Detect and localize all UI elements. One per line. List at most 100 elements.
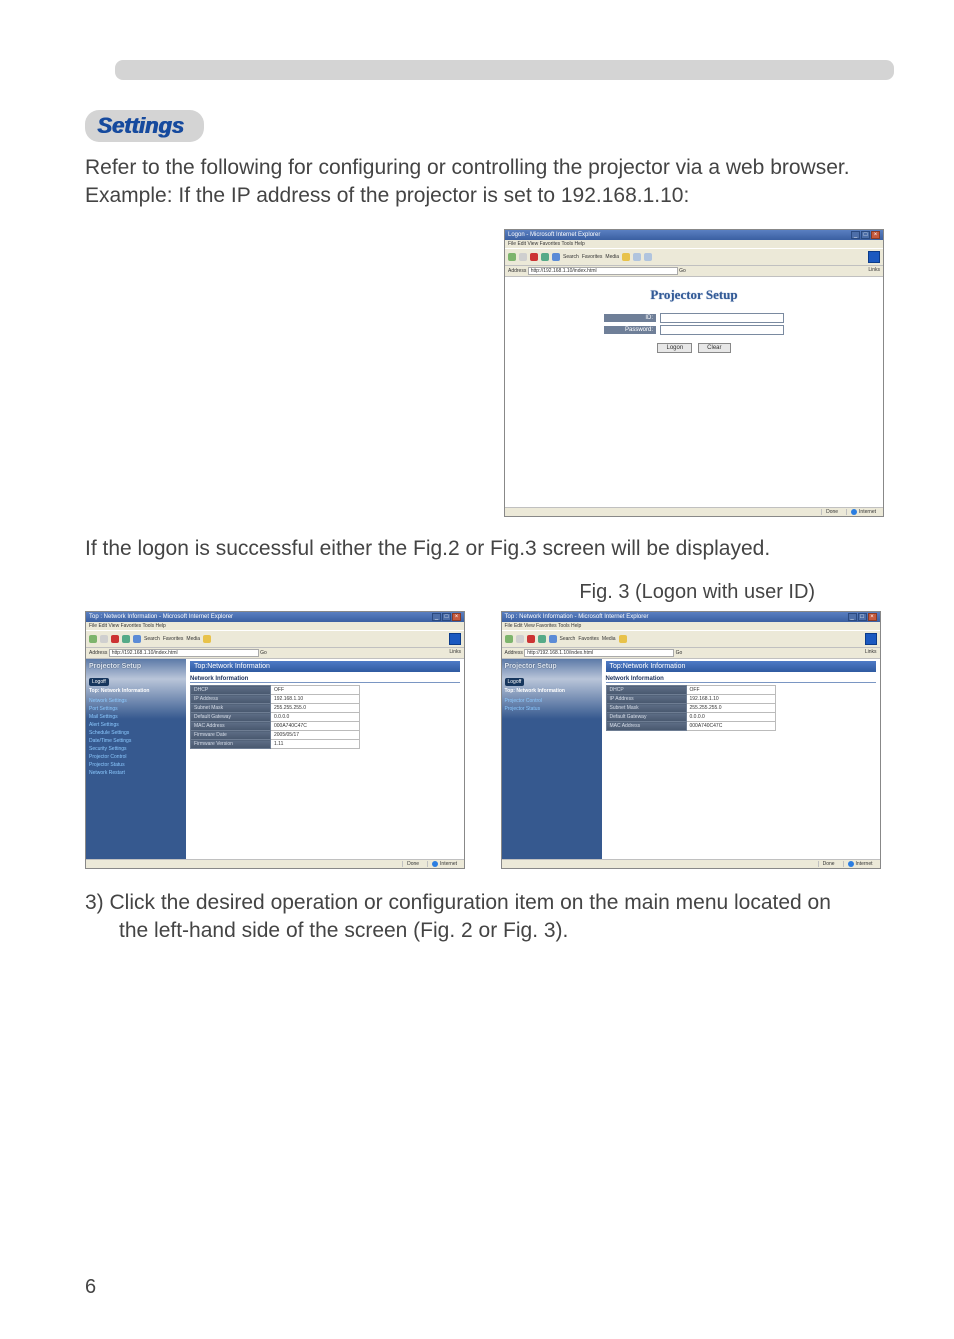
logoff-button[interactable]: Logoff [89, 678, 109, 686]
history-icon[interactable] [203, 635, 211, 643]
media-label[interactable]: Media [605, 254, 619, 260]
refresh-icon[interactable] [541, 253, 549, 261]
back-icon[interactable] [508, 253, 516, 261]
sidebar-item[interactable]: Alert Settings [89, 722, 183, 728]
settings-badge: Settings [85, 110, 204, 142]
table-value: OFF [686, 686, 775, 695]
sidebar-item[interactable]: Projector Status [505, 706, 599, 712]
sidebar-top-block[interactable]: Top: Network Information [505, 688, 599, 695]
step-3-text: 3) Click the desired operation or config… [85, 889, 894, 946]
favorites-label[interactable]: Favorites [163, 636, 184, 642]
history-icon[interactable] [619, 635, 627, 643]
table-value: OFF [271, 686, 360, 695]
id-input[interactable] [660, 313, 784, 323]
network-info-heading: Network Information [606, 676, 876, 683]
print-icon[interactable] [644, 253, 652, 261]
history-icon[interactable] [622, 253, 630, 261]
media-label[interactable]: Media [602, 636, 616, 642]
search-label[interactable]: Search [563, 254, 579, 260]
address-input[interactable]: http://192.168.1.10/index.html [524, 649, 674, 657]
sidebar-item[interactable]: Date/Time Settings [89, 738, 183, 744]
table-row: MAC Address000A740C47C [606, 722, 775, 731]
table-row: DHCPOFF [606, 686, 775, 695]
home-icon[interactable] [133, 635, 141, 643]
favorites-label[interactable]: Favorites [582, 254, 603, 260]
refresh-icon[interactable] [538, 635, 546, 643]
table-value: 255.255.255.0 [271, 704, 360, 713]
sidebar-item[interactable]: Schedule Settings [89, 730, 183, 736]
logoff-button[interactable]: Logoff [505, 678, 525, 686]
fig1-address-bar: Address http://192.168.1.10/index.html G… [505, 266, 883, 277]
minimize-icon[interactable]: _ [848, 613, 857, 621]
links-label[interactable]: Links [868, 267, 880, 273]
fig2-browser-window: Top : Network Information - Microsoft In… [85, 611, 465, 869]
media-label[interactable]: Media [186, 636, 200, 642]
after-logon-text: If the logon is successful either the Fi… [85, 535, 894, 563]
sidebar-item[interactable]: Network Restart [89, 770, 183, 776]
stop-icon[interactable] [111, 635, 119, 643]
breadcrumb: Top:Network Information [606, 661, 876, 672]
search-label[interactable]: Search [560, 636, 576, 642]
table-row: Firmware Date2005/05/17 [191, 731, 360, 740]
table-row: DHCPOFF [191, 686, 360, 695]
page-number: 6 [85, 1276, 96, 1299]
sidebar-item[interactable]: Port Settings [89, 706, 183, 712]
password-label: Password: [604, 326, 656, 334]
forward-icon[interactable] [519, 253, 527, 261]
logon-button[interactable]: Logon [657, 343, 692, 353]
intro-paragraph: Refer to the following for configuring o… [85, 154, 894, 211]
fig3-caption: Fig. 3 (Logon with user ID) [501, 581, 895, 605]
go-button[interactable]: Go [676, 650, 683, 656]
forward-icon[interactable] [516, 635, 524, 643]
minimize-icon[interactable]: _ [432, 613, 441, 621]
minimize-icon[interactable]: _ [851, 231, 860, 239]
password-input[interactable] [660, 325, 784, 335]
intro-line-2: Example: If the IP address of the projec… [85, 184, 689, 207]
step3-line1: 3) Click the desired operation or config… [85, 891, 831, 914]
fig3-menubar[interactable]: File Edit View Favorites Tools Help [502, 622, 880, 630]
go-button[interactable]: Go [679, 268, 686, 274]
maximize-icon[interactable]: □ [442, 613, 451, 621]
links-label[interactable]: Links [865, 649, 877, 655]
table-key: Firmware Version [191, 740, 271, 749]
go-button[interactable]: Go [260, 650, 267, 656]
maximize-icon[interactable]: □ [861, 231, 870, 239]
sidebar-item[interactable]: Security Settings [89, 746, 183, 752]
address-input[interactable]: http://192.168.1.10/index.html [528, 267, 678, 275]
favorites-label[interactable]: Favorites [578, 636, 599, 642]
home-icon[interactable] [552, 253, 560, 261]
mail-icon[interactable] [633, 253, 641, 261]
sidebar-top-block[interactable]: Top: Network Information [89, 688, 183, 695]
sidebar-item[interactable]: Projector Control [89, 754, 183, 760]
sidebar-item[interactable]: Projector Status [89, 762, 183, 768]
stop-icon[interactable] [527, 635, 535, 643]
table-key: IP Address [191, 695, 271, 704]
close-icon[interactable]: × [452, 613, 461, 621]
forward-icon[interactable] [100, 635, 108, 643]
fig1-menubar[interactable]: File Edit View Favorites Tools Help [505, 240, 883, 248]
table-key: Subnet Mask [191, 704, 271, 713]
sidebar-item[interactable]: Network Settings [89, 698, 183, 704]
fig3-browser-window: Top : Network Information - Microsoft In… [501, 611, 881, 869]
zone-label: Internet [856, 861, 873, 867]
maximize-icon[interactable]: □ [858, 613, 867, 621]
clear-button[interactable]: Clear [698, 343, 730, 353]
address-input[interactable]: http://192.168.1.10/index.html [109, 649, 259, 657]
sidebar-title: Projector Setup [505, 663, 599, 670]
search-label[interactable]: Search [144, 636, 160, 642]
fig2-menubar[interactable]: File Edit View Favorites Tools Help [86, 622, 464, 630]
table-key: Default Gateway [191, 713, 271, 722]
close-icon[interactable]: × [868, 613, 877, 621]
back-icon[interactable] [505, 635, 513, 643]
table-row: Default Gateway0.0.0.0 [606, 713, 775, 722]
back-icon[interactable] [89, 635, 97, 643]
home-icon[interactable] [549, 635, 557, 643]
id-label: ID: [604, 314, 656, 322]
refresh-icon[interactable] [122, 635, 130, 643]
stop-icon[interactable] [530, 253, 538, 261]
links-label[interactable]: Links [449, 649, 461, 655]
close-icon[interactable]: × [871, 231, 880, 239]
sidebar-item[interactable]: Projector Control [505, 698, 599, 704]
sidebar-item[interactable]: Mail Settings [89, 714, 183, 720]
settings-badge-text: Settings [97, 113, 184, 138]
